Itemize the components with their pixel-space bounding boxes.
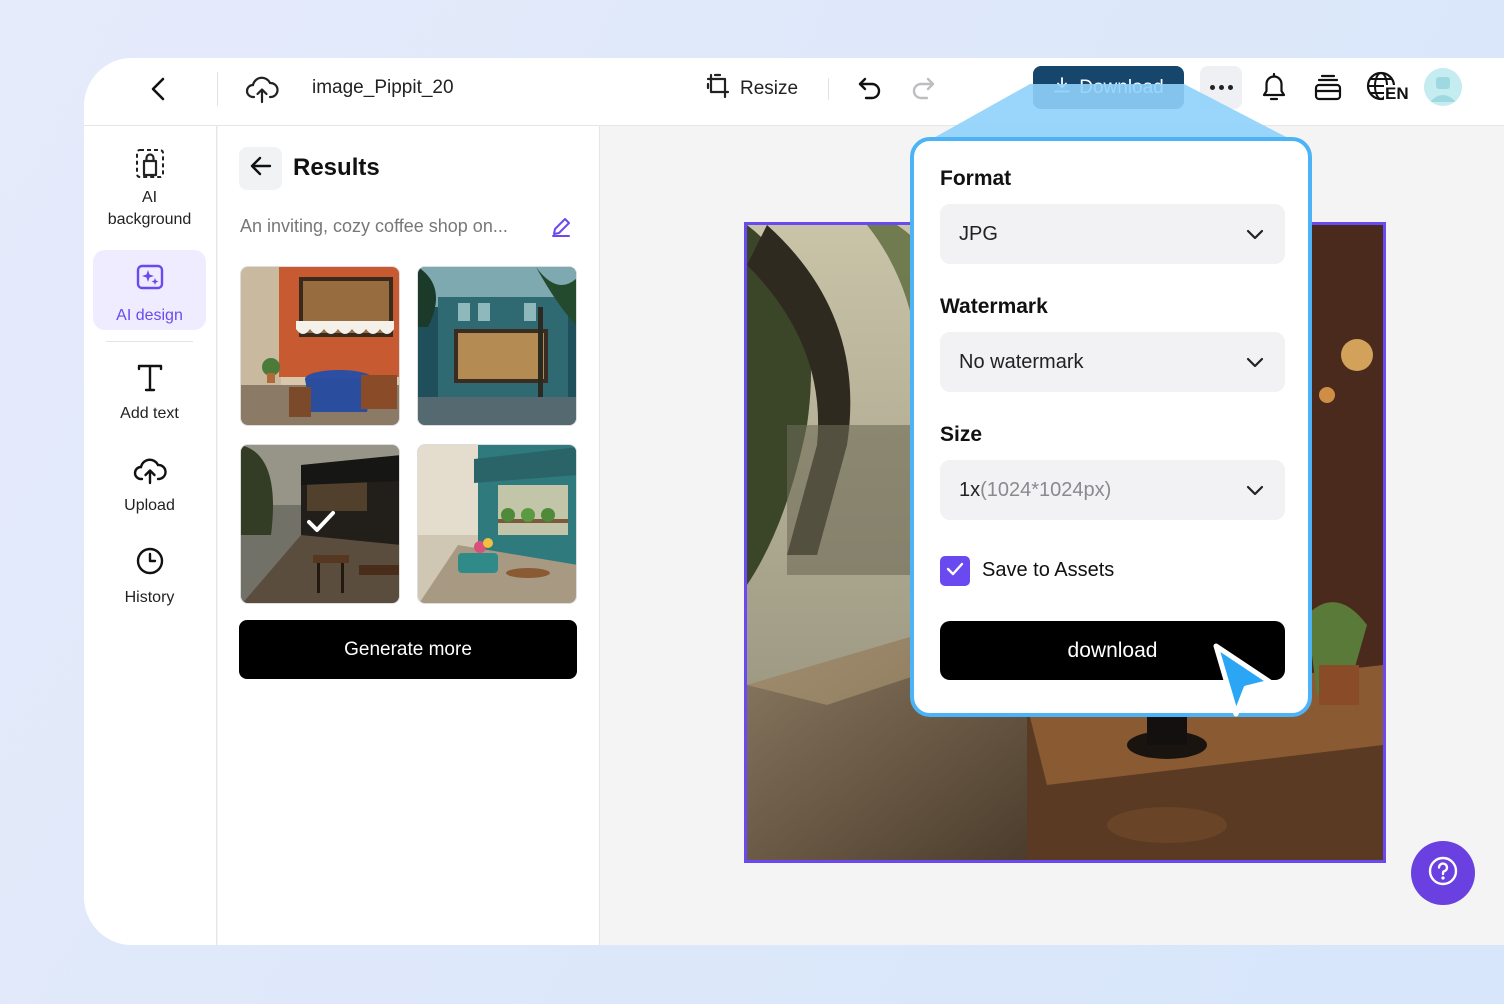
chevron-down-icon [1245,480,1265,506]
sidebar-item-label: Upload [124,497,175,514]
size-select[interactable]: 1x (1024*1024px) [940,460,1285,520]
sidebar-item-label: AI design [116,307,183,324]
language-code: EN [1384,84,1410,103]
avatar[interactable] [1424,68,1462,106]
sidebar-item-label: Add text [120,405,179,422]
file-name[interactable]: image_Pippit_20 [312,76,454,100]
chevron-left-icon[interactable] [142,72,176,106]
generate-more-button[interactable]: Generate more [239,620,577,679]
sidebar-item-label: AI background [107,189,192,228]
results-panel: Results An inviting, cozy coffee shop on… [218,126,600,945]
help-button[interactable] [1411,841,1475,905]
sidebar-item-ai-design[interactable]: AI design [93,250,206,330]
tool-sidebar: AI background AI design Add text Upload [84,126,217,945]
result-thumbnail-2[interactable] [417,266,577,426]
results-back-button[interactable] [239,147,282,190]
result-thumbnail-1[interactable] [240,266,400,426]
selected-check-icon [305,507,337,542]
sidebar-item-label: History [124,589,175,606]
ai-design-icon [135,262,165,299]
resize-button[interactable]: Resize [706,72,798,106]
popup-callout [930,84,1292,140]
ai-background-icon [134,146,166,187]
format-value: JPG [959,222,998,245]
prompt-text: An inviting, cozy coffee shop on... [240,216,508,236]
resize-icon [706,73,732,105]
chevron-down-icon [1245,224,1265,250]
result-thumbnail-3[interactable] [240,444,400,604]
upload-icon [133,456,167,493]
size-label: Size [940,423,983,446]
results-title: Results [293,154,380,181]
help-circle-icon [1427,855,1459,892]
download-options-popup: Format JPG Watermark No watermark Size 1… [910,137,1312,717]
arrow-left-icon [249,155,273,182]
text-icon [136,362,164,401]
mouse-pointer-icon [1208,640,1280,727]
result-thumbnail-4[interactable] [417,444,577,604]
cloud-sync-icon[interactable] [244,71,280,107]
save-to-assets-label[interactable]: Save to Assets [982,559,1114,582]
chevron-down-icon [1245,352,1265,378]
sidebar-item-history[interactable]: History [93,546,206,606]
language-selector[interactable]: EN [1365,70,1410,106]
layers-icon[interactable] [1312,72,1344,109]
size-detail: (1024*1024px) [980,478,1112,501]
resize-label: Resize [740,78,799,99]
format-label: Format [940,167,1012,190]
checkmark-icon [945,561,965,582]
sidebar-item-upload[interactable]: Upload [93,456,206,516]
watermark-label: Watermark [940,295,1048,318]
format-select[interactable]: JPG [940,204,1285,264]
size-value: 1x [959,478,981,501]
watermark-select[interactable]: No watermark [940,332,1285,392]
sidebar-divider [106,341,193,342]
save-to-assets-checkbox[interactable] [940,556,970,586]
sidebar-item-add-text[interactable]: Add text [93,362,206,422]
watermark-value: No watermark [959,350,1084,373]
sidebar-item-ai-background[interactable]: AI background [93,146,206,228]
edit-pencil-icon[interactable] [550,216,572,243]
undo-icon[interactable] [854,72,886,104]
clock-icon [135,546,165,583]
